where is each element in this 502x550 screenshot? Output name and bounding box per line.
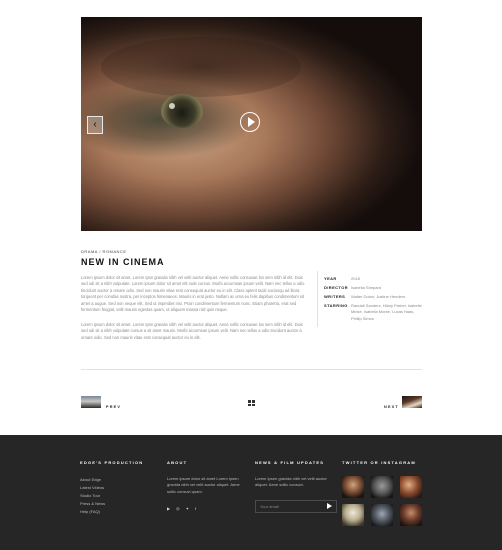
footer-link-press[interactable]: Press & News [80,500,143,508]
youtube-icon[interactable]: ▶ [167,506,170,511]
instagram-grid [342,476,422,526]
footer-heading: News & Film Updates [255,460,325,465]
hero-eye [161,94,203,128]
grid-icon[interactable] [248,400,255,406]
post-paragraph-1: Lorem ipsum dolor sit amet. Lorem Ipsn g… [81,275,305,313]
meta-value: 2018 [351,276,360,281]
movie-meta: Year 2018 Director Isabella Shepard Writ… [324,276,424,325]
post-category[interactable]: Drama / Romance [81,249,127,254]
meta-key: Starring [324,303,348,308]
instagram-thumb[interactable] [371,476,393,498]
hero-video[interactable]: ‹ [81,17,422,231]
footer-col-instagram: Twitter or Instagram [342,460,422,526]
footer-link-help[interactable]: Help (FAQ) [80,508,143,516]
meta-key: Director [324,285,349,290]
footer-heading: Twitter or Instagram [342,460,416,465]
twitter-icon[interactable]: ✦ [186,506,189,511]
gallery-prev-button[interactable]: ‹ [87,116,103,134]
meta-divider [317,271,318,327]
hero-eye-glint [169,103,175,109]
meta-value: Randall Sanders, Hilary Parker, Isabelle… [351,303,422,321]
instagram-thumb[interactable] [342,504,364,526]
post-title: NEW IN CINEMA [81,257,165,267]
prev-post-thumbnail[interactable] [81,396,101,408]
footer-link-videos[interactable]: Latest Videos [80,484,143,492]
instagram-thumb[interactable] [342,476,364,498]
footer-col-production: Edge's Production About Edge Latest Vide… [80,460,143,516]
meta-value: Walter Dolan, Justine Hendern [351,294,406,299]
footer-heading: Edge's Production [80,460,144,465]
newsletter-form [255,499,337,513]
send-icon[interactable] [327,503,332,510]
footer-news-text: Lorem Ipsen gravida nibh vel velit aucto… [255,476,327,488]
facebook-icon[interactable]: f [195,506,196,511]
meta-key: Writers [324,294,346,299]
content-divider [81,369,422,370]
meta-key: Year [324,276,337,281]
email-input[interactable] [256,500,324,512]
meta-row-director: Director Isabella Shepard [324,285,424,291]
instagram-thumb[interactable] [400,476,422,498]
next-post-thumbnail[interactable] [402,396,422,408]
meta-row-year: Year 2018 [324,276,424,282]
footer-link-studio[interactable]: Studio Tour [80,492,143,500]
play-icon[interactable] [240,112,260,132]
meta-row-starring: Starring Randall Sanders, Hilary Parker,… [324,303,424,322]
footer: Edge's Production About Edge Latest Vide… [0,435,502,550]
footer-link-about[interactable]: About Edge [80,476,143,484]
meta-value: Isabella Shepard [351,285,382,290]
post-paragraph-2: Lorem ipsum dolor sit amet. Lorem Ipsn g… [81,322,303,340]
prev-post-link[interactable]: Prev [106,405,121,409]
next-post-link[interactable]: Next [384,405,399,409]
instagram-icon[interactable]: ◎ [176,506,180,511]
hero-image-shading [101,37,301,97]
instagram-thumb[interactable] [400,504,422,526]
instagram-thumb[interactable] [371,504,393,526]
social-links: ▶ ◎ ✦ f [167,506,249,511]
footer-heading: About [167,460,188,465]
chevron-left-icon: ‹ [93,119,97,130]
footer-col-about: About Lorem ipsum dolor sit amet Lorem I… [167,460,249,511]
footer-about-text: Lorem ipsum dolor sit amet Lorem Ipsen g… [167,476,240,494]
footer-col-news: News & Film Updates Lorem Ipsen gravida … [255,460,337,513]
meta-row-writers: Writers Walter Dolan, Justine Hendern [324,294,424,300]
